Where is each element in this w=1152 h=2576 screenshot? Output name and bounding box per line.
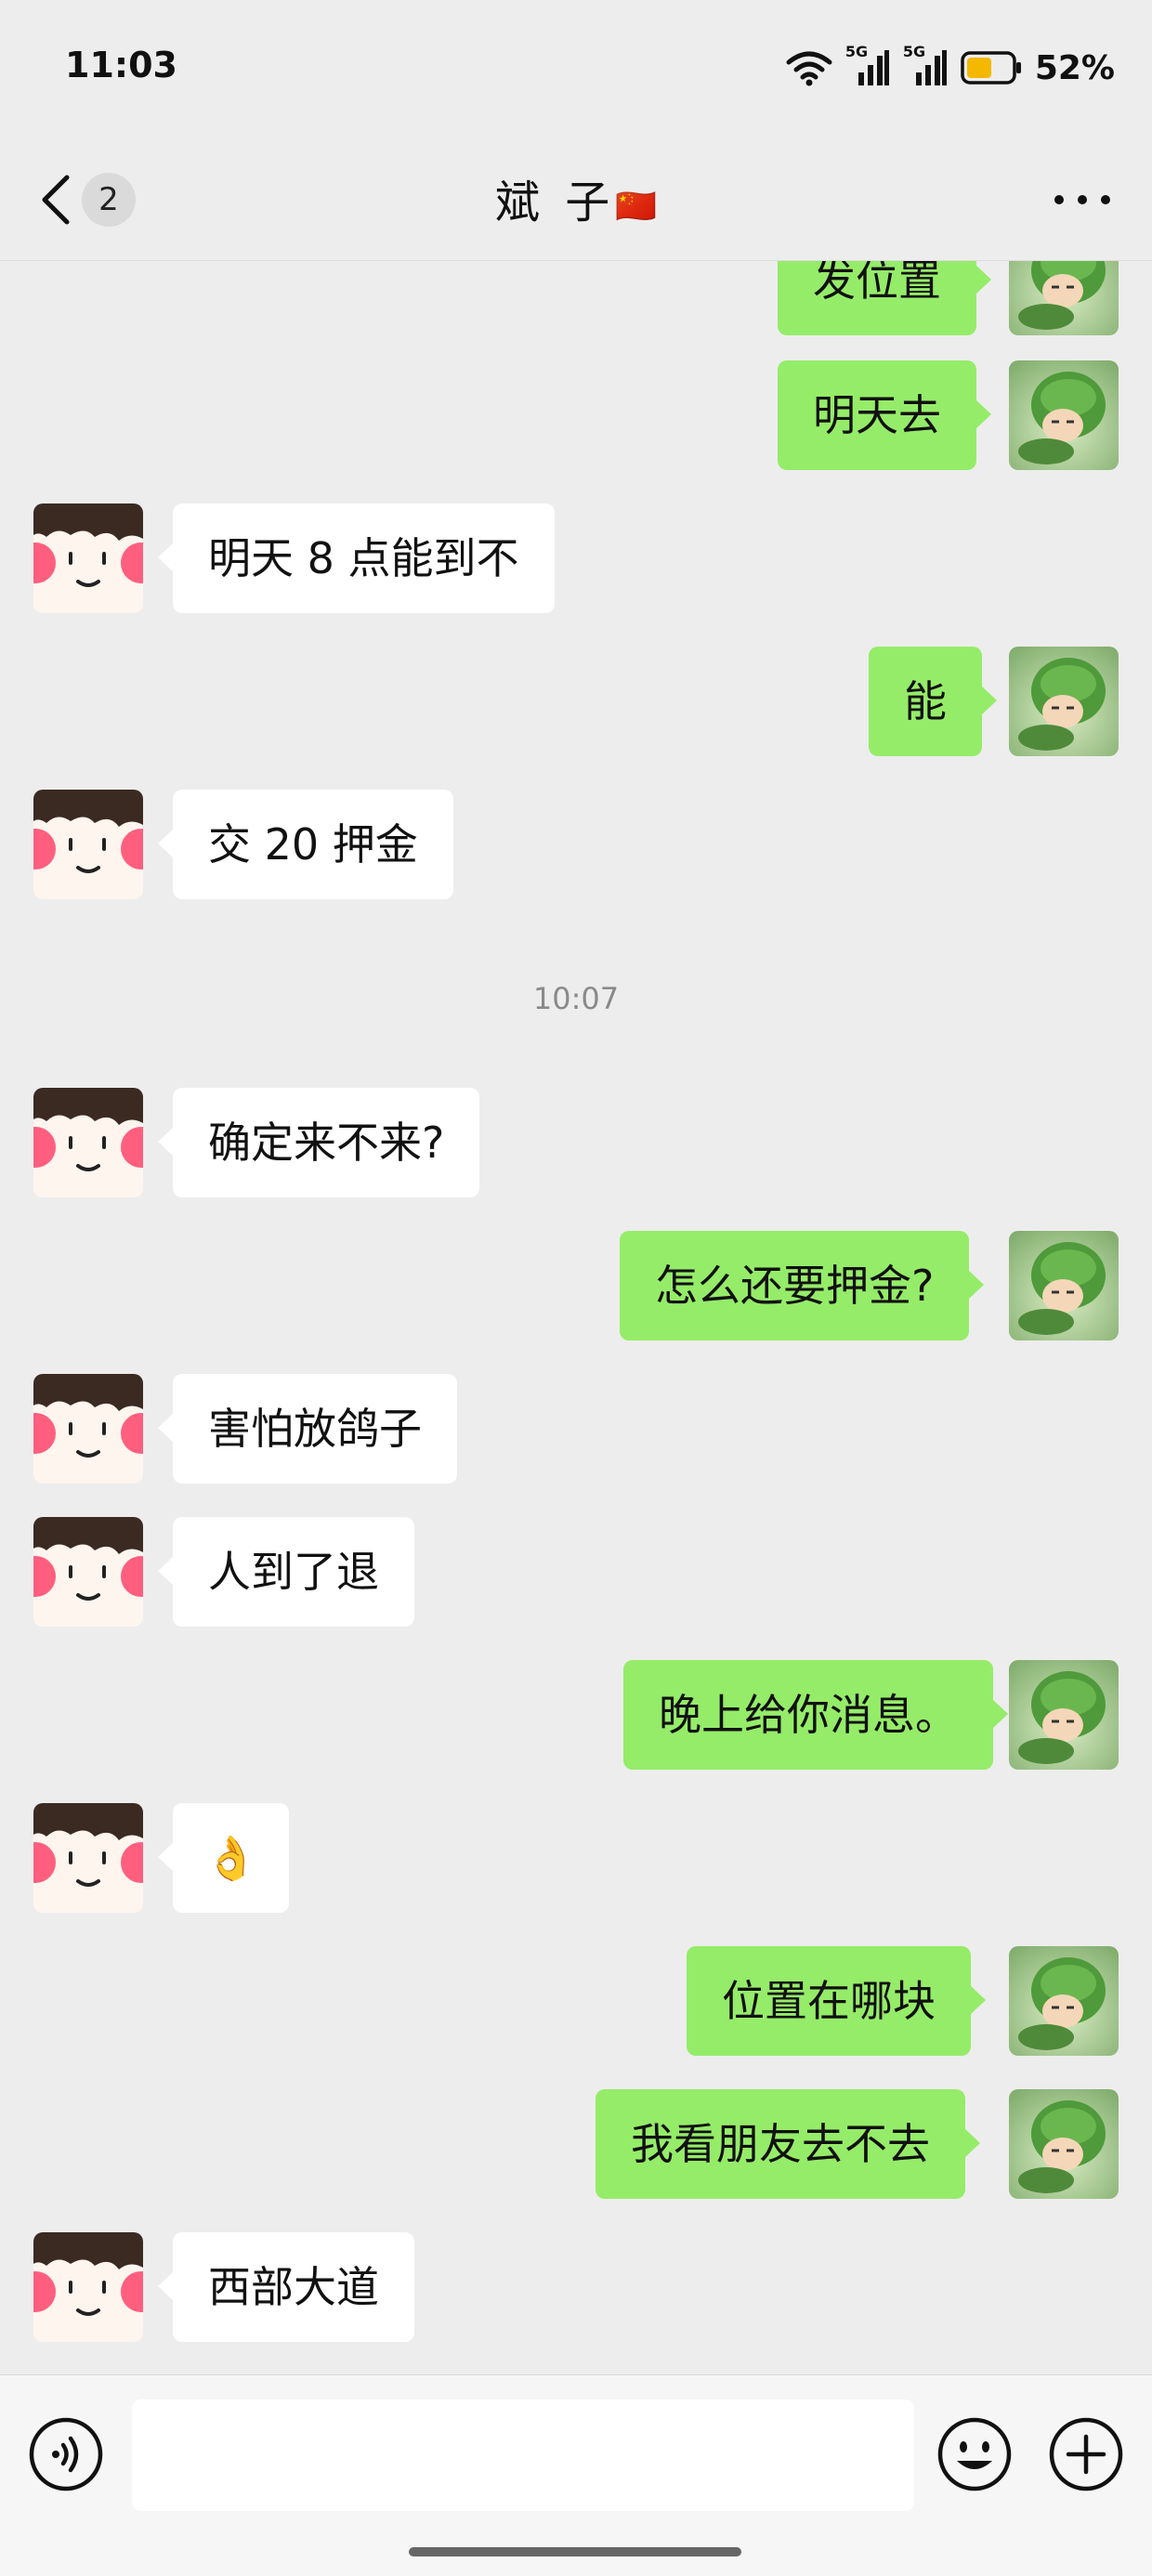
home-indicator[interactable] [409, 2547, 741, 2556]
status-time: 11:03 [65, 45, 177, 85]
contact-avatar[interactable] [33, 1517, 143, 1627]
message-timestamp: 10:07 [532, 981, 620, 1016]
more-options-button[interactable] [1050, 186, 1115, 214]
more-functions-button[interactable] [1048, 2416, 1124, 2496]
more-dots-icon [1054, 195, 1110, 204]
plus-icon [1049, 2417, 1123, 2491]
message-bubble-outgoing[interactable]: 晚上给你消息。 [623, 1660, 1008, 1770]
chat-header: 2 斌 子🇨🇳 [0, 139, 1152, 261]
contact-avatar[interactable] [33, 790, 143, 899]
message-bubble-incoming[interactable]: 害怕放鸽子 [158, 1374, 457, 1484]
my-avatar[interactable] [1009, 261, 1119, 335]
message-bubble-outgoing[interactable]: 能 [869, 647, 997, 756]
status-bar: 11:03 5G 5G 52% [0, 0, 1152, 139]
my-avatar[interactable] [1009, 1660, 1119, 1770]
battery-icon [961, 51, 1021, 85]
contact-avatar[interactable] [33, 1803, 143, 1913]
flag-emoji: 🇨🇳 [615, 188, 658, 226]
my-avatar[interactable] [1009, 2089, 1119, 2199]
my-avatar[interactable] [1009, 360, 1119, 470]
voice-button[interactable] [28, 2416, 104, 2496]
contact-avatar[interactable] [33, 1374, 143, 1484]
signal-icon: 5G [845, 43, 890, 87]
input-bar [0, 2374, 1152, 2576]
message-bubble-incoming[interactable]: 交 20 押金 [158, 790, 453, 899]
my-avatar[interactable] [1009, 1231, 1119, 1340]
message-bubble-outgoing[interactable]: 发位置 [778, 261, 991, 335]
message-bubble-incoming[interactable]: 确定来不来? [157, 1088, 480, 1197]
message-bubble-incoming[interactable]: 明天 8 点能到不 [158, 503, 555, 613]
message-bubble-outgoing[interactable]: 位置在哪块 [687, 1946, 986, 2056]
emoji-icon [937, 2417, 1012, 2491]
contact-avatar[interactable] [33, 1088, 143, 1197]
signal-icon-2: 5G [903, 43, 948, 87]
contact-avatar[interactable] [33, 503, 143, 613]
message-bubble-incoming[interactable]: 人到了退 [158, 1517, 414, 1627]
voice-icon [29, 2417, 103, 2491]
chat-title: 斌 子🇨🇳 [0, 165, 1152, 230]
message-input[interactable] [132, 2399, 914, 2511]
contact-avatar[interactable] [33, 2232, 143, 2342]
message-list[interactable]: 发位置 明天去 明天 8 点能到不 能 交 20 押金 10:07 确定来不来?… [0, 261, 1152, 2374]
my-avatar[interactable] [1009, 1946, 1119, 2056]
emoji-button[interactable] [936, 2416, 1013, 2496]
message-bubble-incoming[interactable]: 👌 [157, 1803, 290, 1913]
message-bubble-outgoing[interactable]: 怎么还要押金? [620, 1231, 985, 1340]
battery-percentage: 52% [1034, 48, 1115, 87]
message-bubble-outgoing[interactable]: 我看朋友去不去 [596, 2089, 980, 2199]
wifi-icon [786, 51, 832, 86]
message-bubble-incoming[interactable]: 西部大道 [158, 2232, 414, 2342]
status-icons: 5G 5G 52% [786, 43, 1115, 87]
message-bubble-outgoing[interactable]: 明天去 [778, 360, 991, 470]
my-avatar[interactable] [1009, 647, 1119, 756]
contact-name: 斌 子 [494, 177, 616, 229]
